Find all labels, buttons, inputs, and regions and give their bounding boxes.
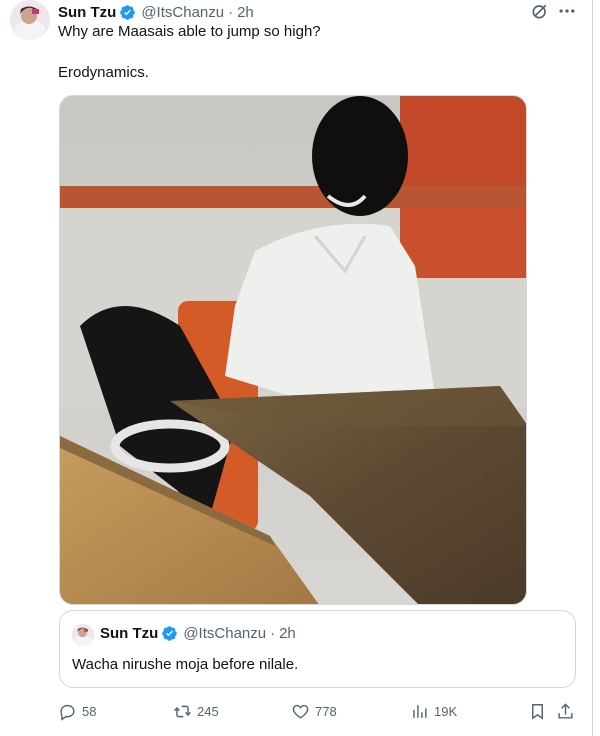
retweet-count: 245: [197, 703, 219, 719]
action-bar: 58 245 778 19K: [58, 700, 588, 722]
share-button[interactable]: [556, 700, 580, 722]
reply-icon: [60, 704, 75, 721]
tweet-header: Sun Tzu @ItsChanzu · 2h: [58, 2, 254, 22]
quote-text: Wacha nirushe moja before nilale.: [72, 656, 299, 673]
retweet-icon: [174, 705, 191, 717]
avatar[interactable]: [10, 0, 50, 40]
quote-author-handle: @ItsChanzu: [183, 625, 267, 642]
retweet-button[interactable]: 245: [173, 700, 219, 722]
views-count: 19K: [434, 703, 458, 719]
column-divider: [592, 0, 593, 736]
quote-separator-dot: ·: [270, 625, 276, 642]
tweet-photo[interactable]: [59, 95, 527, 605]
tweet-text-line-2: Erodynamics.: [58, 64, 149, 81]
bookmark-icon: [532, 703, 543, 720]
verified-badge-icon: [120, 4, 136, 20]
reply-button[interactable]: 58: [58, 700, 96, 722]
separator-dot: ·: [228, 3, 234, 21]
grok-icon[interactable]: [530, 1, 550, 21]
like-count: 778: [315, 703, 337, 719]
verified-badge-icon: [162, 626, 178, 641]
views-button[interactable]: 19K: [410, 700, 457, 722]
reply-count: 58: [82, 703, 97, 719]
like-icon: [292, 704, 309, 719]
quoted-tweet[interactable]: Sun Tzu @ItsChanzu · 2h Wacha nirushe mo…: [59, 610, 576, 688]
author-name[interactable]: Sun Tzu: [58, 4, 116, 21]
views-icon: [413, 704, 427, 718]
tweet[interactable]: Sun Tzu @ItsChanzu · 2h Why are Maasais …: [0, 0, 600, 736]
more-icon[interactable]: [557, 1, 577, 21]
like-button[interactable]: 778: [291, 700, 337, 722]
quote-author-name: Sun Tzu: [100, 625, 159, 642]
bookmark-button[interactable]: [528, 700, 552, 722]
quote-avatar[interactable]: [72, 624, 94, 646]
quote-timestamp: 2h: [279, 625, 296, 642]
timestamp[interactable]: 2h: [237, 4, 254, 21]
photo-illustration: [60, 96, 526, 604]
quote-header: Sun Tzu @ItsChanzu · 2h: [100, 625, 296, 642]
share-icon: [558, 702, 573, 719]
tweet-text-line-1: Why are Maasais able to jump so high?: [58, 23, 321, 40]
author-handle[interactable]: @ItsChanzu: [141, 4, 224, 21]
